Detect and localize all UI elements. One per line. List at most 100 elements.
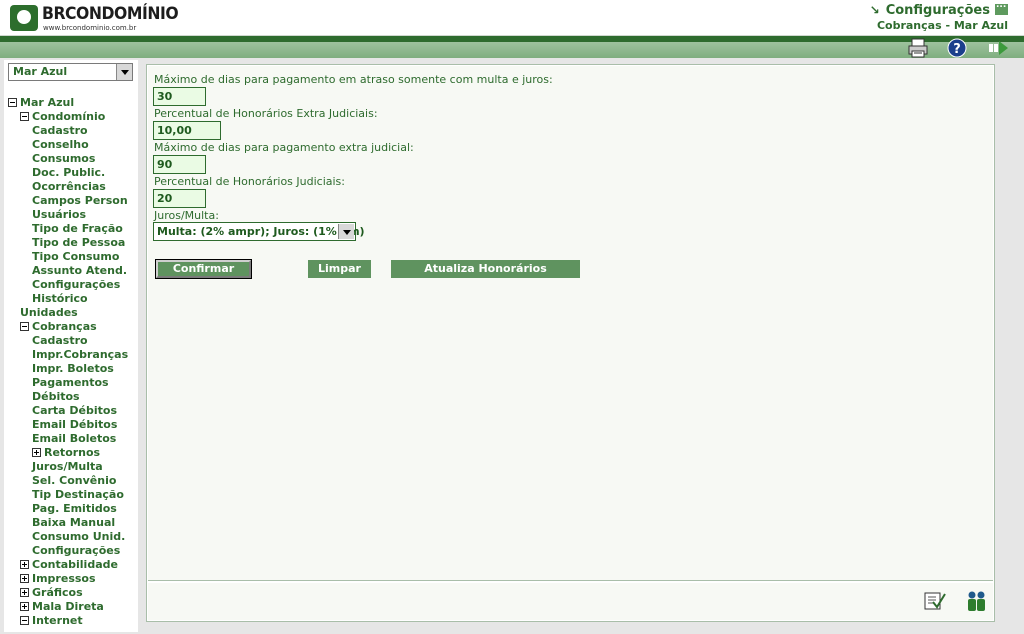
tree-item[interactable]: Tipo de Fração [32, 222, 123, 236]
tree-item-label: Campos Person [32, 194, 128, 207]
logo-url: www.brcondominio.com.br [43, 24, 137, 32]
tree-item[interactable]: Contabilidade [20, 558, 118, 572]
form-area: Máximo de dias para pagamento em atraso … [148, 66, 993, 581]
tree-item-label: Assunto Atend. [32, 264, 128, 277]
tree-item[interactable]: Cadastro [32, 334, 88, 348]
tree-item-label: Tip Destinação [32, 488, 124, 501]
tree-item[interactable]: Consumos [32, 152, 95, 166]
page-subtitle: Cobranças - Mar Azul [876, 19, 1008, 32]
tree-item[interactable]: Tipo Consumo [32, 250, 119, 264]
expand-icon[interactable] [20, 574, 29, 583]
tree-item[interactable]: Unidades [20, 306, 78, 320]
help-icon[interactable]: ? [946, 38, 968, 58]
collapse-icon[interactable] [8, 98, 17, 107]
logo-mark [10, 5, 38, 31]
tree-item[interactable]: Cobranças [20, 320, 97, 334]
tree-item-label: Impr.Cobranças [32, 348, 129, 361]
tree-item[interactable]: Impr.Cobranças [32, 348, 128, 362]
tree-item[interactable]: Histórico [32, 292, 88, 306]
tree-item-label: Ocorrências [32, 180, 106, 193]
tree-item[interactable]: Baixa Manual [32, 516, 115, 530]
tree-item-label: Contabilidade [32, 558, 118, 571]
tree-item[interactable]: Cadastro [32, 124, 88, 138]
tree-item[interactable]: Mar Azul [8, 96, 74, 110]
tree-item-label: Email Débitos [32, 418, 118, 431]
tree-item[interactable]: Email Débitos [32, 418, 117, 432]
expand-icon[interactable] [20, 588, 29, 597]
confirm-button[interactable]: Confirmar [155, 259, 252, 279]
clear-button[interactable]: Limpar [308, 260, 371, 278]
tree-item[interactable]: Email Boletos [32, 432, 116, 446]
extra-judicial-fee-label: Percentual de Honorários Extra Judiciais… [154, 107, 378, 120]
exit-icon[interactable] [987, 38, 1009, 58]
edit-icon[interactable] [923, 590, 947, 612]
tree-item-label: Retornos [44, 446, 101, 459]
tree-item-label: Tipo de Pessoa [32, 236, 126, 249]
tree-item-label: Cadastro [32, 124, 88, 137]
expand-icon[interactable] [20, 602, 29, 611]
tree-item[interactable]: Sel. Convênio [32, 474, 116, 488]
update-fees-button[interactable]: Atualiza Honorários [391, 260, 580, 278]
tree-item[interactable]: Consumo Unid. [32, 530, 125, 544]
tree-item[interactable]: Juros/Multa [32, 460, 103, 474]
tree-item[interactable]: Configurações [32, 278, 120, 292]
max-days-extra-judicial-input[interactable]: 90 [153, 155, 206, 174]
tree-item[interactable]: Doc. Public. [32, 166, 105, 180]
collapse-icon[interactable] [20, 322, 29, 331]
tree-item[interactable]: Retornos [32, 446, 100, 460]
printer-icon[interactable] [907, 38, 929, 58]
logo: BRCONDOMÍNIO www.brcondominio.com.br [10, 4, 179, 32]
tree-item-label: Mar Azul [20, 96, 75, 109]
tree-item[interactable]: Tip Destinação [32, 488, 124, 502]
max-days-late-label: Máximo de dias para pagamento em atraso … [154, 73, 553, 86]
tree-item-label: Cobranças [32, 320, 97, 333]
tree-item[interactable]: Pag. Emitidos [32, 502, 117, 516]
chevron-down-icon[interactable] [338, 224, 354, 239]
tree-item[interactable]: Carta Débitos [32, 404, 117, 418]
more-icon[interactable] [995, 0, 1008, 15]
users-icon[interactable] [964, 590, 988, 612]
arrow-down-right-icon: ↘ [869, 3, 880, 17]
tree-item-label: Mala Direta [32, 600, 104, 613]
tree-item[interactable]: Tipo de Pessoa [32, 236, 125, 250]
collapse-icon[interactable] [20, 112, 29, 121]
tree-item-label: Internet [32, 614, 83, 627]
tree-item[interactable]: Mala Direta [20, 600, 104, 614]
tree-item-label: Débitos [32, 390, 80, 403]
judicial-fee-input[interactable]: 20 [153, 189, 206, 208]
tree-item-label: Impressos [32, 572, 96, 585]
interest-fine-value: Multa: (2% ampr); Juros: (1% am) [157, 225, 365, 238]
tree-item[interactable]: Campos Person [32, 194, 128, 208]
tree-item-label: Pag. Emitidos [32, 502, 117, 515]
tree-item[interactable]: Internet [20, 614, 83, 628]
panel-footer [148, 583, 993, 620]
tree-item-label: Usuários [32, 208, 87, 221]
tree-item[interactable]: Assunto Atend. [32, 264, 127, 278]
tree-item[interactable]: Configurações [32, 544, 120, 558]
tree-item[interactable]: Gráficos [20, 586, 83, 600]
tree-item-label: Impr. Boletos [32, 362, 114, 375]
tree-item-label: Doc. Public. [32, 166, 106, 179]
condominium-select[interactable]: Mar Azul [8, 63, 133, 81]
interest-fine-select[interactable]: Multa: (2% ampr); Juros: (1% am) [153, 222, 365, 241]
tree-item[interactable]: Débitos [32, 390, 80, 404]
tree-item-label: Consumo Unid. [32, 530, 126, 543]
tree-item-label: Juros/Multa [32, 460, 103, 473]
tree-item-label: Gráficos [32, 586, 83, 599]
tree-item-label: Consumos [32, 152, 96, 165]
max-days-late-input[interactable]: 30 [153, 87, 206, 106]
tree-item[interactable]: Impr. Boletos [32, 362, 114, 376]
chevron-down-icon[interactable] [116, 64, 132, 80]
tree-item[interactable]: Impressos [20, 572, 96, 586]
tree-item[interactable]: Ocorrências [32, 180, 106, 194]
tree-item[interactable]: Usuários [32, 208, 86, 222]
tree-item[interactable]: Pagamentos [32, 376, 109, 390]
collapse-icon[interactable] [20, 616, 29, 625]
tree-item-label: Histórico [32, 292, 88, 305]
expand-icon[interactable] [32, 448, 41, 457]
tree-item[interactable]: Condomínio [20, 110, 105, 124]
extra-judicial-fee-input[interactable]: 10,00 [153, 121, 221, 140]
tree-item[interactable]: Conselho [32, 138, 89, 152]
expand-icon[interactable] [20, 560, 29, 569]
page-title: ↘ Configurações [869, 0, 1008, 18]
